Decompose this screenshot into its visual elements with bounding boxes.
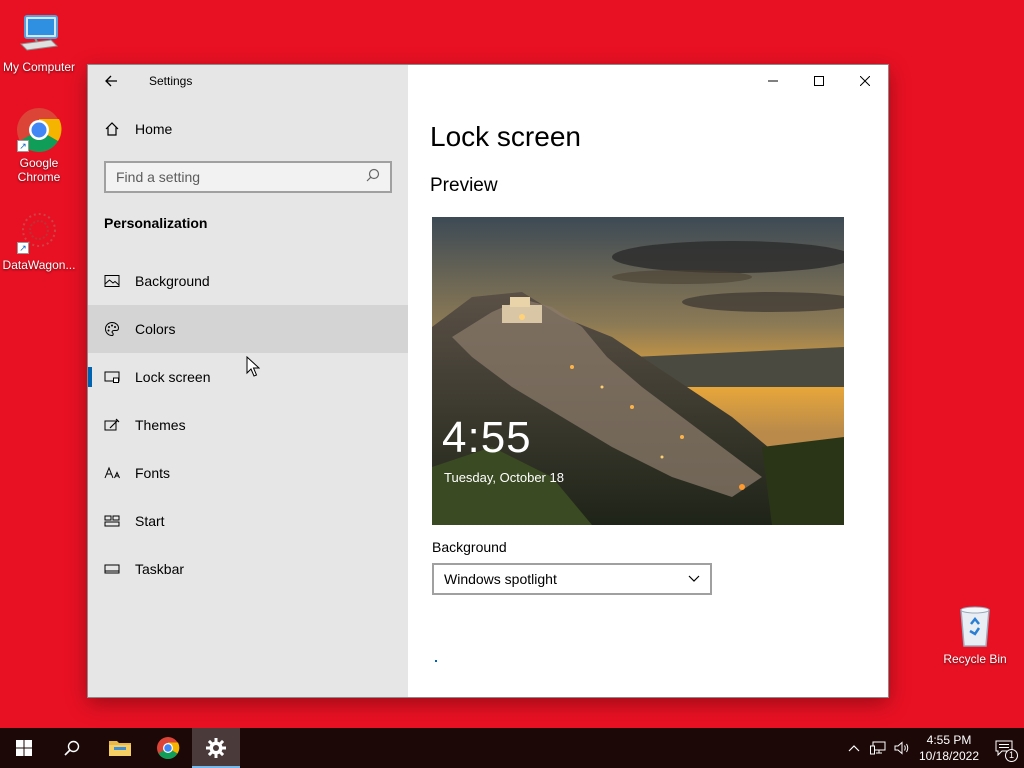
system-tray: 4:55 PM 10/18/2022 1 (842, 728, 1024, 768)
preview-time: 4:55 (442, 413, 532, 462)
shortcut-arrow-icon: ↗ (17, 140, 29, 152)
start-button[interactable] (0, 728, 48, 768)
search-icon (64, 740, 80, 756)
desktop-icon-label: Recycle Bin (943, 652, 1007, 666)
background-dropdown[interactable]: Windows spotlight (432, 563, 712, 595)
nav-item-colors[interactable]: Colors (88, 305, 408, 353)
home-label: Home (135, 121, 173, 137)
desktop-icon-chrome[interactable]: ↗ Google Chrome (0, 106, 78, 184)
clock-time: 4:55 PM (926, 733, 972, 747)
recycle-bin-icon (951, 602, 999, 650)
window-controls (750, 65, 888, 97)
nav-item-taskbar[interactable]: Taskbar (88, 545, 408, 593)
taskbar-file-explorer[interactable] (96, 728, 144, 768)
nav-item-fonts[interactable]: Fonts (88, 449, 408, 497)
search-icon[interactable] (366, 168, 380, 187)
fonts-icon (104, 465, 120, 481)
nav-item-label: Fonts (135, 465, 171, 481)
nav-item-label: Taskbar (135, 561, 185, 577)
background-label: Background (432, 539, 507, 555)
search-box[interactable] (104, 161, 392, 193)
lock-screen-preview: 4:55 Tuesday, October 18 (432, 217, 844, 525)
taskbar-chrome[interactable] (144, 728, 192, 768)
windows-logo-icon (16, 740, 32, 756)
section-title: Personalization (104, 215, 208, 231)
home-icon (104, 121, 120, 137)
settings-nav-pane: Settings Home Personalization Background (88, 65, 408, 697)
nav-item-label: Lock screen (135, 369, 211, 385)
chrome-icon: ↗ (15, 106, 63, 154)
taskbar: 4:55 PM 10/18/2022 1 (0, 728, 1024, 768)
maximize-button[interactable] (796, 65, 842, 97)
network-button[interactable] (866, 728, 890, 768)
computer-icon (15, 10, 63, 58)
action-center-button[interactable]: 1 (984, 728, 1024, 768)
show-hidden-icons-button[interactable] (842, 728, 866, 768)
picture-icon (104, 273, 120, 289)
close-button[interactable] (842, 65, 888, 97)
gear-icon (206, 738, 226, 758)
taskbar-settings[interactable] (192, 728, 240, 768)
nav-item-label: Background (135, 273, 210, 289)
back-button[interactable] (88, 65, 134, 97)
nav-item-themes[interactable]: Themes (88, 401, 408, 449)
themes-icon (104, 417, 120, 433)
nav-list: Background Colors Lock screen Themes Fon… (88, 257, 408, 593)
nav-item-label: Colors (135, 321, 176, 337)
minimize-icon (768, 80, 778, 82)
preview-date: Tuesday, October 18 (444, 470, 564, 485)
taskbar-icon (104, 561, 120, 577)
desktop-icon-label: DataWagon... (2, 258, 76, 272)
app-title: Settings (149, 74, 193, 88)
maximize-icon (814, 76, 824, 86)
shortcut-arrow-icon: ↗ (17, 242, 29, 254)
nav-item-label: Themes (135, 417, 186, 433)
minimize-button[interactable] (750, 65, 796, 97)
speaker-icon (894, 741, 909, 755)
background-dropdown-value: Windows spotlight (444, 571, 557, 587)
taskbar-search-button[interactable] (48, 728, 96, 768)
chevron-down-icon (688, 575, 700, 582)
preview-heading: Preview (430, 175, 498, 196)
desktop-icon-my-computer[interactable]: My Computer (0, 10, 78, 74)
clock[interactable]: 4:55 PM 10/18/2022 (914, 732, 984, 764)
mouse-cursor-icon (246, 356, 260, 377)
title-bar: Settings (88, 65, 408, 97)
chrome-icon (157, 737, 180, 759)
desktop-icon-label: Google Chrome (17, 156, 61, 184)
nav-item-label: Start (135, 513, 165, 529)
lock-screen-icon (104, 369, 120, 385)
network-icon (870, 741, 886, 755)
desktop-icon-datawagon[interactable]: ↗ DataWagon... (0, 208, 78, 272)
palette-icon (104, 321, 120, 337)
datawagon-icon: ↗ (15, 208, 63, 256)
start-icon (104, 513, 120, 529)
close-icon (860, 76, 870, 86)
loading-indicator (435, 660, 437, 662)
nav-item-background[interactable]: Background (88, 257, 408, 305)
notification-count-badge: 1 (1005, 749, 1018, 762)
clock-date: 10/18/2022 (918, 749, 980, 763)
volume-button[interactable] (890, 728, 914, 768)
nav-item-start[interactable]: Start (88, 497, 408, 545)
back-arrow-icon (105, 75, 117, 87)
page-title: Lock screen (430, 121, 581, 152)
desktop-icon-label: My Computer (2, 60, 76, 74)
folder-icon (109, 741, 131, 756)
settings-content: Lock screen Preview 4:55 Tuesday, Octobe… (408, 65, 888, 697)
home-nav-item[interactable]: Home (88, 109, 408, 149)
chevron-up-icon (848, 745, 860, 752)
desktop-icon-recycle-bin[interactable]: Recycle Bin (936, 602, 1014, 666)
settings-window: Settings Home Personalization Background (88, 65, 888, 697)
search-input[interactable] (116, 169, 346, 185)
